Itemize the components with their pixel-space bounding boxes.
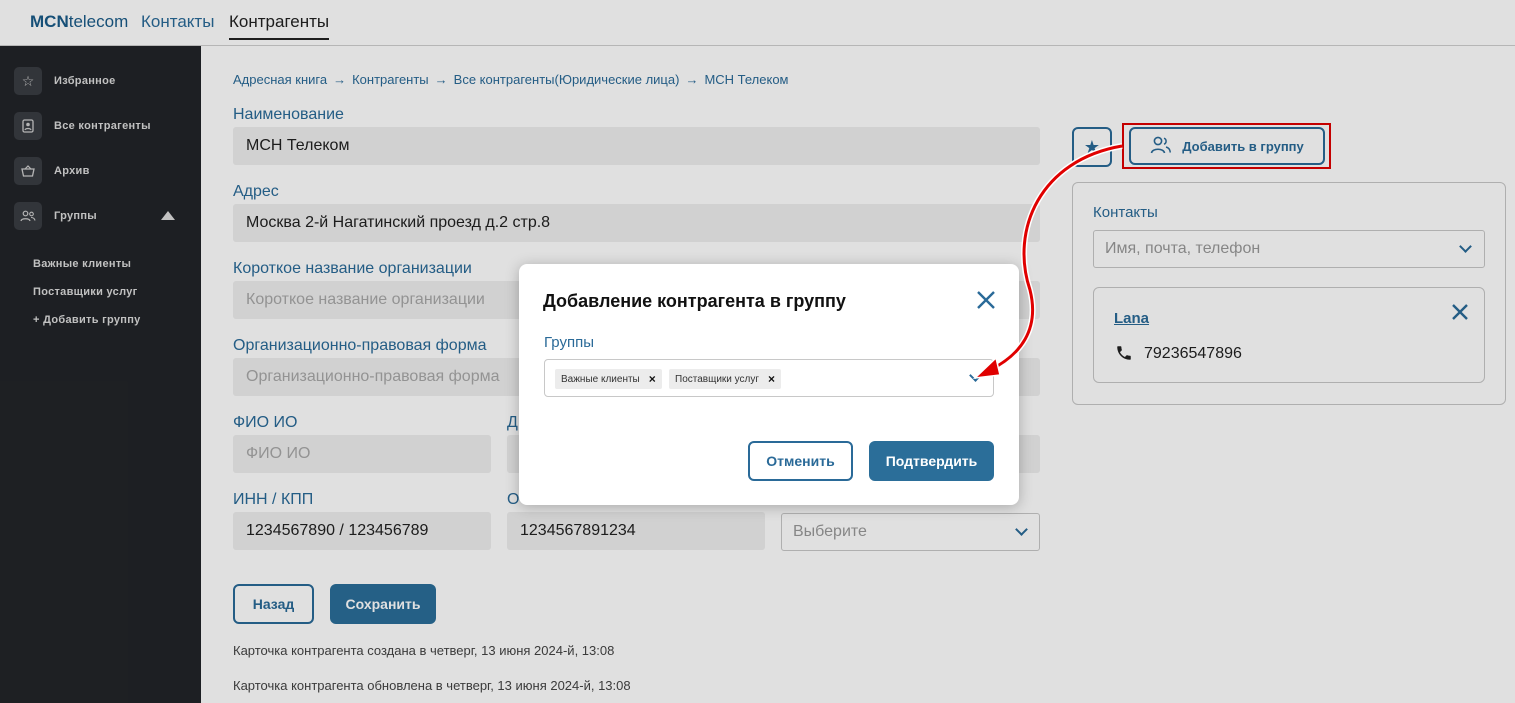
group-chip-label: Важные клиенты (561, 373, 640, 385)
groups-multiselect[interactable]: Важные клиенты × Поставщики услуг × (544, 359, 994, 397)
chevron-down-icon[interactable] (969, 369, 982, 382)
group-chip: Важные клиенты × (555, 369, 662, 389)
group-chip-label: Поставщики услуг (675, 373, 760, 385)
remove-chip-icon[interactable]: × (768, 372, 775, 386)
modal-title: Добавление контрагента в группу (543, 291, 846, 311)
remove-chip-icon[interactable]: × (649, 372, 656, 386)
add-to-group-modal: Добавление контрагента в группу Группы В… (519, 264, 1019, 505)
close-icon[interactable] (976, 290, 996, 315)
group-chip: Поставщики услуг × (669, 369, 782, 389)
groups-label: Группы (544, 334, 594, 351)
cancel-button[interactable]: Отменить (748, 441, 853, 481)
confirm-button[interactable]: Подтвердить (869, 441, 994, 481)
